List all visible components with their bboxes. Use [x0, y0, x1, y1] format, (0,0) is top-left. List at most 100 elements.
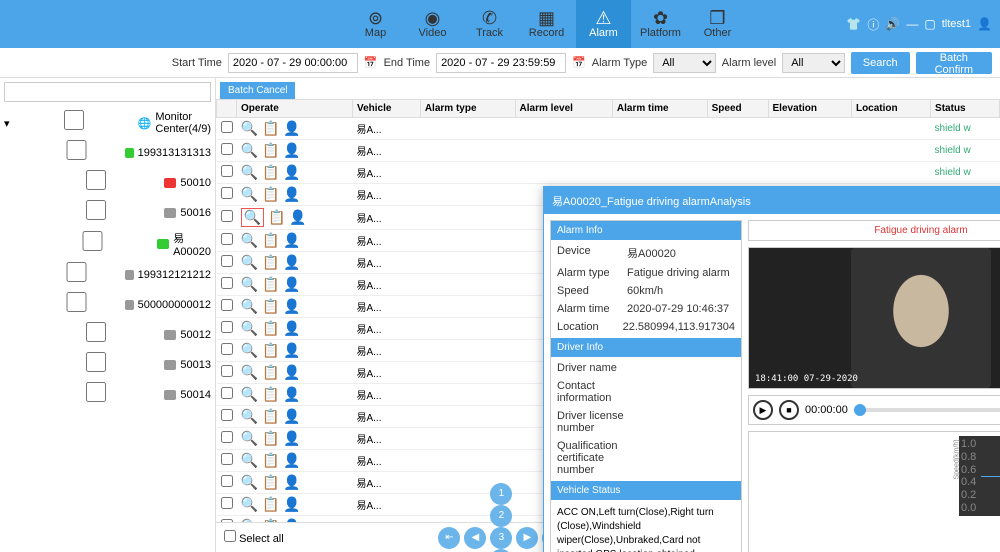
- search-icon[interactable]: 🔍: [241, 474, 258, 491]
- detail-icon[interactable]: 📋: [262, 386, 279, 403]
- tree-item[interactable]: 易A00020: [4, 228, 211, 260]
- search-icon[interactable]: 🔍: [241, 298, 258, 315]
- user-icon[interactable]: 👤: [283, 408, 300, 425]
- page-3[interactable]: 3: [490, 527, 512, 549]
- row-checkbox[interactable]: [221, 475, 233, 487]
- tree-root-checkbox[interactable]: [14, 110, 134, 130]
- table-row[interactable]: 🔍📋👤易A...shield w: [217, 140, 1000, 162]
- user-icon[interactable]: 👤: [283, 364, 300, 381]
- detail-icon[interactable]: 📋: [262, 276, 279, 293]
- row-checkbox[interactable]: [221, 409, 233, 421]
- column-header[interactable]: Alarm level: [515, 100, 612, 118]
- row-checkbox[interactable]: [221, 299, 233, 311]
- start-time-input[interactable]: [228, 53, 358, 73]
- search-icon[interactable]: 🔍: [241, 408, 258, 425]
- page-1[interactable]: 1: [490, 483, 512, 505]
- user-icon[interactable]: 👤: [283, 254, 300, 271]
- pager-prev[interactable]: ◀: [464, 527, 486, 549]
- alarm-type-select[interactable]: All: [653, 53, 716, 73]
- column-header[interactable]: Vehicle: [352, 100, 420, 118]
- search-icon[interactable]: 🔍: [241, 386, 258, 403]
- user-icon[interactable]: 👤: [283, 320, 300, 337]
- tree-item[interactable]: 50014: [4, 380, 211, 410]
- detail-icon[interactable]: 📋: [262, 320, 279, 337]
- user-icon[interactable]: 👤: [283, 496, 300, 513]
- tree-checkbox[interactable]: [32, 352, 160, 372]
- play-button[interactable]: ▶: [753, 400, 773, 420]
- tree-item[interactable]: 50010: [4, 168, 211, 198]
- modal-title-bar[interactable]: 易A00020_Fatigue driving alarmAnalysis ✕: [544, 187, 1000, 214]
- search-button[interactable]: Search: [851, 52, 910, 74]
- user-icon[interactable]: 👤: [283, 430, 300, 447]
- column-header[interactable]: Status: [931, 100, 1000, 118]
- pager-first[interactable]: ⇤: [438, 527, 460, 549]
- row-checkbox[interactable]: [221, 321, 233, 333]
- user-icon[interactable]: 👤: [283, 342, 300, 359]
- tree-checkbox[interactable]: [32, 292, 121, 312]
- detail-icon[interactable]: 📋: [262, 430, 279, 447]
- search-icon[interactable]: 🔍: [241, 232, 258, 249]
- tree-checkbox[interactable]: [32, 382, 160, 402]
- detail-icon[interactable]: 📋: [262, 342, 279, 359]
- row-checkbox[interactable]: [221, 210, 233, 222]
- search-icon[interactable]: 🔍: [241, 142, 258, 159]
- row-checkbox[interactable]: [221, 277, 233, 289]
- maximize-icon[interactable]: ▢: [924, 17, 935, 31]
- nav-map[interactable]: ⊚Map: [348, 0, 403, 48]
- detail-icon[interactable]: 📋: [262, 298, 279, 315]
- nav-track[interactable]: ✆Track: [462, 0, 517, 48]
- detail-icon[interactable]: 📋: [262, 254, 279, 271]
- user-icon[interactable]: 👤: [283, 298, 300, 315]
- batch-cancel-button[interactable]: Batch Cancel: [220, 82, 295, 99]
- seek-slider[interactable]: [854, 408, 1000, 412]
- minimize-icon[interactable]: —: [906, 17, 918, 31]
- tree-checkbox[interactable]: [32, 140, 121, 160]
- search-icon[interactable]: 🔍: [241, 496, 258, 513]
- search-icon[interactable]: 🔍: [241, 342, 258, 359]
- column-header[interactable]: Elevation: [768, 100, 851, 118]
- column-header[interactable]: Alarm type: [420, 100, 515, 118]
- search-icon[interactable]: 🔍: [241, 164, 258, 181]
- tree-item[interactable]: 50016: [4, 198, 211, 228]
- detail-icon[interactable]: 📋: [262, 120, 279, 137]
- search-icon[interactable]: 🔍: [241, 208, 264, 227]
- search-icon[interactable]: 🔍: [241, 430, 258, 447]
- row-checkbox[interactable]: [221, 431, 233, 443]
- info-icon[interactable]: ⓘ: [867, 16, 879, 33]
- shirt-icon[interactable]: 👕: [846, 17, 861, 31]
- collapse-icon[interactable]: ▾: [4, 117, 10, 130]
- username[interactable]: tltest1: [942, 18, 971, 30]
- column-header[interactable]: Speed: [707, 100, 768, 118]
- row-checkbox[interactable]: [221, 497, 233, 509]
- nav-alarm[interactable]: ⚠Alarm: [576, 0, 631, 48]
- detail-icon[interactable]: 📋: [262, 364, 279, 381]
- user-icon[interactable]: 👤: [283, 474, 300, 491]
- user-icon[interactable]: 👤: [289, 209, 306, 226]
- nav-video[interactable]: ◉Video: [405, 0, 460, 48]
- tree-search-input[interactable]: [4, 82, 211, 102]
- search-icon[interactable]: 🔍: [241, 320, 258, 337]
- column-header[interactable]: Operate: [237, 100, 353, 118]
- row-checkbox[interactable]: [221, 255, 233, 267]
- search-icon[interactable]: 🔍: [241, 364, 258, 381]
- row-checkbox[interactable]: [221, 343, 233, 355]
- detail-icon[interactable]: 📋: [262, 452, 279, 469]
- user-icon[interactable]: 👤: [283, 164, 300, 181]
- alarm-level-select[interactable]: All: [782, 53, 845, 73]
- detail-icon[interactable]: 📋: [262, 496, 279, 513]
- row-checkbox[interactable]: [221, 387, 233, 399]
- tree-checkbox[interactable]: [32, 322, 160, 342]
- nav-other[interactable]: ❒Other: [690, 0, 745, 48]
- end-time-input[interactable]: [436, 53, 566, 73]
- tree-item[interactable]: 199312121212: [4, 260, 211, 290]
- video-preview[interactable]: 18:41:00 07-29-2020: [748, 247, 1000, 389]
- search-icon[interactable]: 🔍: [241, 186, 258, 203]
- detail-icon[interactable]: 📋: [262, 474, 279, 491]
- row-checkbox[interactable]: [221, 453, 233, 465]
- detail-icon[interactable]: 📋: [262, 142, 279, 159]
- row-checkbox[interactable]: [221, 187, 233, 199]
- column-header[interactable]: Alarm time: [612, 100, 707, 118]
- tree-root[interactable]: ▾ 🌐 Monitor Center(4/9): [4, 108, 211, 138]
- tree-checkbox[interactable]: [32, 262, 121, 282]
- pager-next[interactable]: ▶: [516, 527, 538, 549]
